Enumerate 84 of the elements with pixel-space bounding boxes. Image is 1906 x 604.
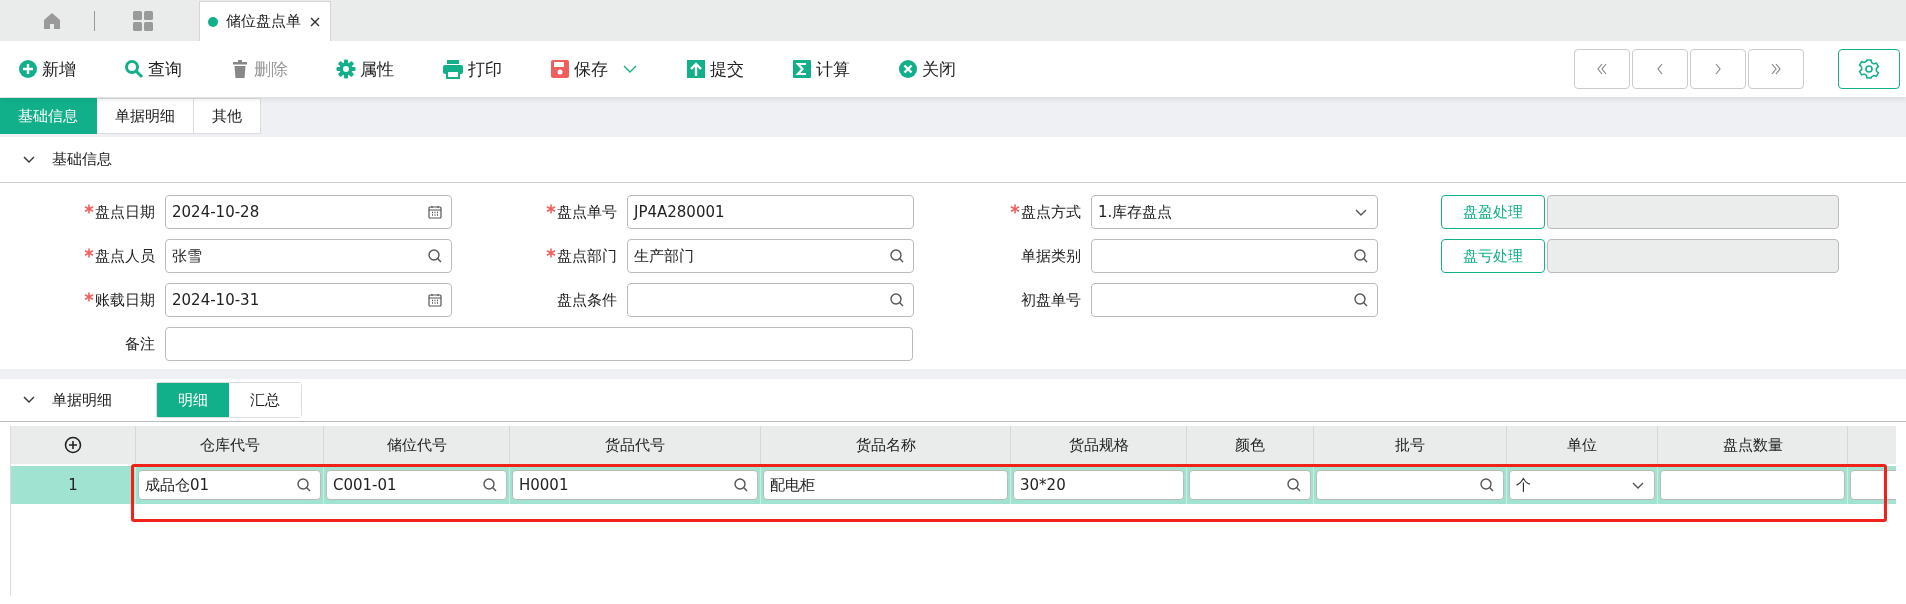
input-field[interactable]: 成品仓01 bbox=[138, 470, 321, 500]
field-label: 盘点条件 bbox=[557, 290, 617, 310]
grid-icon[interactable] bbox=[132, 9, 154, 32]
settings-icon bbox=[1858, 58, 1880, 80]
add-row-icon[interactable] bbox=[64, 436, 82, 454]
column-header: 货品代号 bbox=[510, 426, 761, 464]
input-field[interactable]: 2024-10-28 bbox=[165, 195, 452, 229]
calendar-icon bbox=[427, 292, 443, 308]
input-field[interactable] bbox=[1091, 283, 1378, 317]
input-field[interactable]: 生产部门 bbox=[627, 239, 914, 273]
row-number: 1 bbox=[11, 466, 136, 504]
trash-icon bbox=[230, 59, 250, 79]
gear-icon bbox=[336, 59, 356, 79]
next-button[interactable] bbox=[1690, 49, 1746, 89]
section-title: 单据明细 bbox=[52, 390, 112, 410]
input-field[interactable] bbox=[1660, 470, 1845, 500]
input-field[interactable] bbox=[627, 283, 914, 317]
input-field[interactable] bbox=[1189, 470, 1311, 500]
input-field[interactable]: 1.库存盘点 bbox=[1091, 195, 1378, 229]
search-icon bbox=[124, 59, 144, 79]
add-button[interactable]: 新增 bbox=[18, 57, 76, 81]
column-header: 仓库代号 bbox=[136, 426, 324, 464]
previous-button[interactable] bbox=[1632, 49, 1688, 89]
section-title: 基础信息 bbox=[52, 150, 112, 169]
search-icon bbox=[482, 477, 498, 493]
calendar-icon bbox=[427, 204, 443, 220]
input-field[interactable]: 2024-10-31 bbox=[165, 283, 452, 317]
search-icon bbox=[1479, 477, 1495, 493]
column-header: 货品名称 bbox=[761, 426, 1011, 464]
search-icon bbox=[427, 248, 443, 264]
column-header: 颜色 bbox=[1187, 426, 1314, 464]
search-icon bbox=[889, 292, 905, 308]
home-icon[interactable] bbox=[42, 10, 62, 31]
calc-button[interactable]: 计算 bbox=[792, 57, 850, 81]
document-tab[interactable]: 储位盘点单 bbox=[199, 1, 331, 41]
close-button[interactable]: 关闭 bbox=[898, 57, 956, 81]
printer-icon bbox=[442, 59, 464, 79]
search-button[interactable]: 查询 bbox=[124, 57, 182, 81]
first-page-button[interactable] bbox=[1574, 49, 1630, 89]
search-icon bbox=[296, 477, 312, 493]
search-icon bbox=[733, 477, 749, 493]
search-icon bbox=[1286, 477, 1302, 493]
input-field[interactable]: 张雪 bbox=[165, 239, 452, 273]
plus-circle-icon bbox=[18, 59, 38, 79]
input-field[interactable]: 配电柜 bbox=[763, 470, 1008, 500]
print-button[interactable]: 打印 bbox=[442, 57, 502, 81]
submit-button[interactable]: 提交 bbox=[686, 57, 744, 81]
field-label: 盘点单号 bbox=[557, 202, 617, 222]
field-label: 账载日期 bbox=[95, 290, 155, 310]
field-label: 盘点部门 bbox=[557, 246, 617, 266]
column-header: 盘点数量 bbox=[1658, 426, 1848, 464]
search-icon bbox=[1353, 292, 1369, 308]
input-field[interactable]: 个 bbox=[1509, 470, 1655, 500]
close-icon bbox=[898, 59, 918, 79]
save-button[interactable]: 保存 bbox=[550, 57, 638, 81]
column-header: 储位代号 bbox=[324, 426, 510, 464]
field-label: 盘点日期 bbox=[95, 202, 155, 222]
field-label: 盘点人员 bbox=[95, 246, 155, 266]
input-field[interactable]: JP4A280001 bbox=[627, 195, 914, 229]
search-icon bbox=[1353, 248, 1369, 264]
field-label: 备注 bbox=[125, 334, 155, 354]
form-tab[interactable]: 单据明细 bbox=[97, 98, 194, 134]
column-header: 货品规格 bbox=[1011, 426, 1187, 464]
input-field[interactable] bbox=[165, 327, 913, 361]
close-icon[interactable] bbox=[309, 15, 321, 28]
search-icon bbox=[889, 248, 905, 264]
last-page-button[interactable] bbox=[1748, 49, 1804, 89]
input-field[interactable] bbox=[1091, 239, 1378, 273]
column-header: 单位 bbox=[1507, 426, 1658, 464]
input-field[interactable]: H0001 bbox=[512, 470, 758, 500]
upload-arrow-icon bbox=[686, 59, 706, 79]
tab-label: 储位盘点单 bbox=[226, 12, 301, 31]
field-label: 盘点方式 bbox=[1021, 202, 1081, 222]
props-button[interactable]: 属性 bbox=[336, 57, 394, 81]
field-label: 单据类别 bbox=[1021, 246, 1081, 266]
sigma-icon bbox=[792, 59, 812, 79]
input-field[interactable] bbox=[1316, 470, 1504, 500]
form-tab[interactable]: 其他 bbox=[194, 98, 261, 134]
input-field[interactable]: C001-01 bbox=[326, 470, 507, 500]
field-label: 初盘单号 bbox=[1021, 290, 1081, 310]
settings-button[interactable] bbox=[1838, 49, 1900, 89]
column-header: 批号 bbox=[1314, 426, 1507, 464]
input-field[interactable]: 30*20 bbox=[1013, 470, 1184, 500]
status-dot-icon bbox=[208, 16, 218, 27]
